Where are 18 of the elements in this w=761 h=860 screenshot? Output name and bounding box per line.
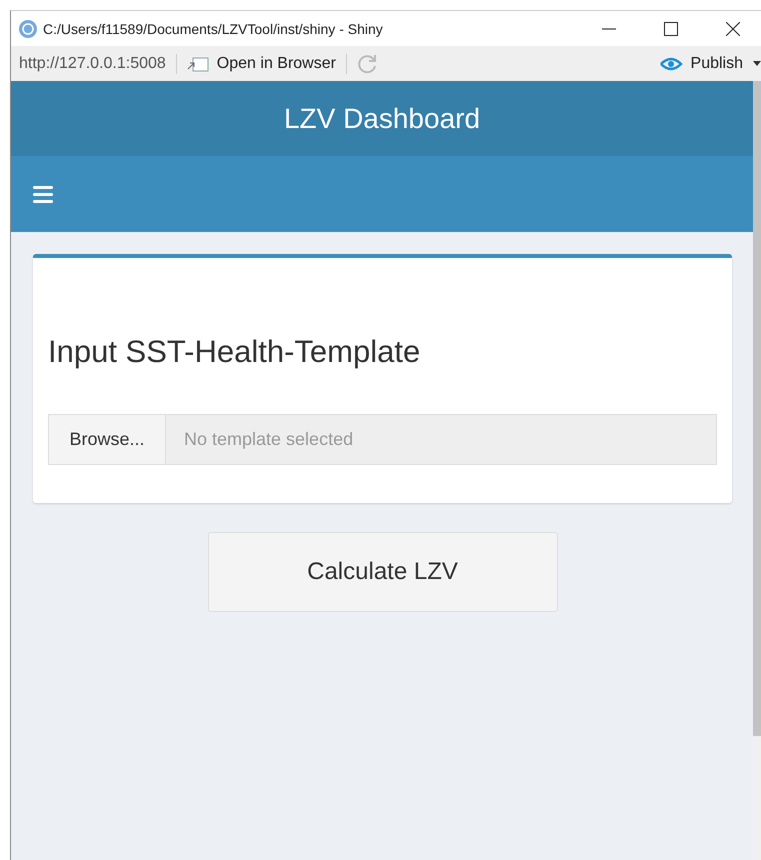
header-title: LZV Dashboard: [284, 102, 480, 134]
publish-button[interactable]: Publish: [658, 54, 743, 72]
calculate-button[interactable]: Calculate LZV: [208, 532, 558, 612]
window-arrow-icon: [186, 54, 209, 72]
file-name-field[interactable]: No template selected: [166, 414, 717, 465]
window-title: C:/Users/f11589/Documents/LZVTool/inst/shiny - Shiny: [43, 20, 384, 36]
maximize-icon: [664, 22, 678, 36]
dropdown-caret-icon[interactable]: [753, 61, 761, 66]
browse-button[interactable]: Browse...: [48, 414, 166, 465]
card-title: Input SST-Health-Template: [48, 334, 422, 370]
url-text: http://127.0.0.1:5008: [19, 54, 166, 72]
app-icon: [19, 20, 37, 38]
minimize-icon: [602, 28, 616, 30]
close-icon: [726, 22, 740, 36]
open-in-browser-button[interactable]: Open in Browser: [186, 54, 336, 72]
menu-button[interactable]: [33, 186, 53, 202]
menu-icon: [33, 186, 53, 202]
eye-icon: [658, 56, 683, 72]
